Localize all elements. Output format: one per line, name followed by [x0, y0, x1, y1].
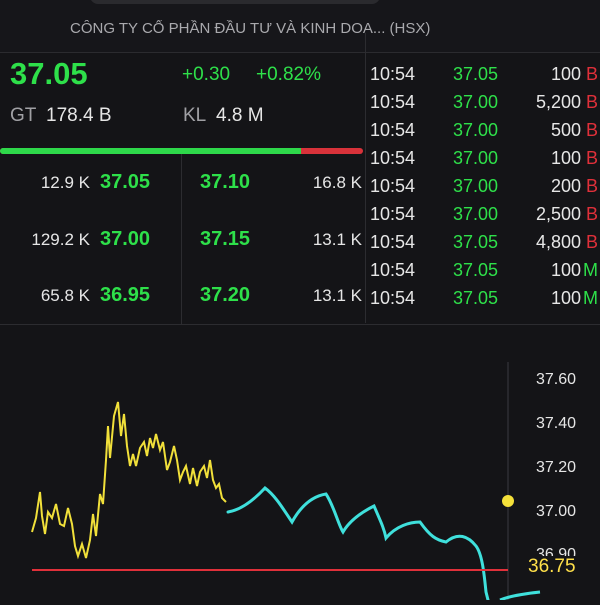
trade-time: 10:54	[370, 120, 416, 140]
ask-volume: 13.1 K	[312, 230, 362, 249]
trade-row: 10:54 37.05 4,800 B	[366, 232, 600, 260]
trade-time: 10:54	[370, 92, 416, 112]
trade-time: 10:54	[370, 232, 416, 252]
trade-volume: 100	[550, 260, 581, 280]
trade-side: M	[583, 260, 598, 280]
trade-side: B	[585, 92, 598, 112]
intraday-chart-canvas	[31, 362, 541, 602]
price-change-percent: +0.82%	[256, 64, 321, 85]
bid-price: 37.05	[100, 171, 151, 193]
projection-line	[226, 486, 490, 602]
search-pill[interactable]	[90, 0, 380, 4]
bid-volume: 129.2 K	[31, 230, 90, 249]
trade-time: 10:54	[370, 64, 416, 84]
trade-side: B	[585, 232, 598, 252]
value-label: GT	[10, 105, 37, 126]
section-divider	[0, 324, 600, 325]
projection-tail	[499, 590, 541, 602]
trade-row: 10:54 37.00 5,200 B	[366, 92, 600, 120]
price-change: +0.30	[182, 64, 231, 85]
trade-price: 37.00	[453, 120, 499, 140]
trade-side: B	[585, 176, 598, 196]
trade-price: 37.05	[453, 232, 499, 252]
axis-tick: 37.20	[536, 459, 577, 476]
bid-price: 37.00	[100, 228, 151, 250]
trade-volume: 4,800	[535, 232, 581, 252]
trade-volume: 100	[550, 148, 581, 168]
bid-volume: 65.8 K	[40, 286, 90, 305]
trade-time: 10:54	[370, 148, 416, 168]
ask-price: 37.15	[200, 228, 251, 250]
trade-price: 37.00	[453, 148, 499, 168]
axis-tick: 37.00	[536, 503, 577, 520]
reference-price-label: 36.75	[528, 556, 576, 577]
trade-price: 37.05	[453, 64, 499, 84]
trade-side: B	[585, 64, 598, 84]
trade-row: 10:54 37.00 500 B	[366, 120, 600, 148]
current-price-marker	[502, 495, 514, 507]
trade-side: B	[585, 204, 598, 224]
trade-time: 10:54	[370, 204, 416, 224]
trade-volume: 100	[550, 288, 581, 308]
trade-time: 10:54	[370, 260, 416, 280]
trade-row: 10:54 37.00 200 B	[366, 176, 600, 204]
trade-volume: 100	[550, 64, 581, 84]
trade-row: 10:54 37.00 100 B	[366, 148, 600, 176]
trade-row: 10:54 37.05 100 M	[366, 288, 600, 316]
trade-volume: 5,200	[535, 92, 581, 112]
axis-tick: 37.60	[536, 371, 577, 388]
trade-side: B	[585, 120, 598, 140]
ask-price: 37.10	[200, 171, 251, 193]
trade-volume: 500	[550, 120, 581, 140]
trade-row: 10:54 37.00 2,500 B	[366, 204, 600, 232]
axis-tick: 36.90	[536, 546, 577, 556]
intraday-chart[interactable]: 37.60 37.40 37.20 37.00 36.90 36.75	[0, 326, 600, 602]
bid-volume: 12.9 K	[40, 173, 90, 192]
traded-value: 178.4 B	[46, 105, 112, 126]
orderbook-row: 65.8 K 36.95 37.20 13.1 K	[0, 284, 365, 322]
trade-price: 37.05	[453, 260, 499, 280]
trade-price: 37.00	[453, 92, 499, 112]
trade-side: M	[583, 288, 598, 308]
ask-volume: 13.1 K	[312, 286, 362, 305]
trade-side: B	[585, 148, 598, 168]
trade-price: 37.00	[453, 176, 499, 196]
trade-price: 37.00	[453, 204, 499, 224]
ask-price: 37.20	[200, 284, 251, 306]
trade-time: 10:54	[370, 288, 416, 308]
trade-row: 10:54 37.05 100 M	[366, 260, 600, 288]
traded-volume: 4.8 M	[216, 105, 264, 126]
trade-row: 10:54 37.05 100 B	[366, 64, 600, 92]
orderbook-row: 12.9 K 37.05 37.10 16.8 K	[0, 171, 365, 209]
trade-volume: 2,500	[535, 204, 581, 224]
volume-label: KL	[183, 105, 207, 126]
trade-time: 10:54	[370, 176, 416, 196]
last-price: 37.05	[10, 56, 88, 91]
buy-ratio-fill	[0, 148, 302, 154]
orderbook-row: 129.2 K 37.00 37.15 13.1 K	[0, 228, 365, 266]
bid-price: 36.95	[100, 284, 151, 306]
ask-volume: 16.8 K	[312, 173, 362, 192]
trade-price: 37.05	[453, 288, 499, 308]
quote-panel: 37.05 +0.30 +0.82% GT 178.4 B KL 4.8 M 1…	[0, 52, 365, 325]
trade-volume: 200	[550, 176, 581, 196]
trade-history-list[interactable]: 10:54 37.05 100 B 10:54 37.00 5,200 B 10…	[365, 33, 600, 323]
axis-tick: 37.40	[536, 415, 577, 432]
intraday-price-line	[31, 401, 227, 560]
